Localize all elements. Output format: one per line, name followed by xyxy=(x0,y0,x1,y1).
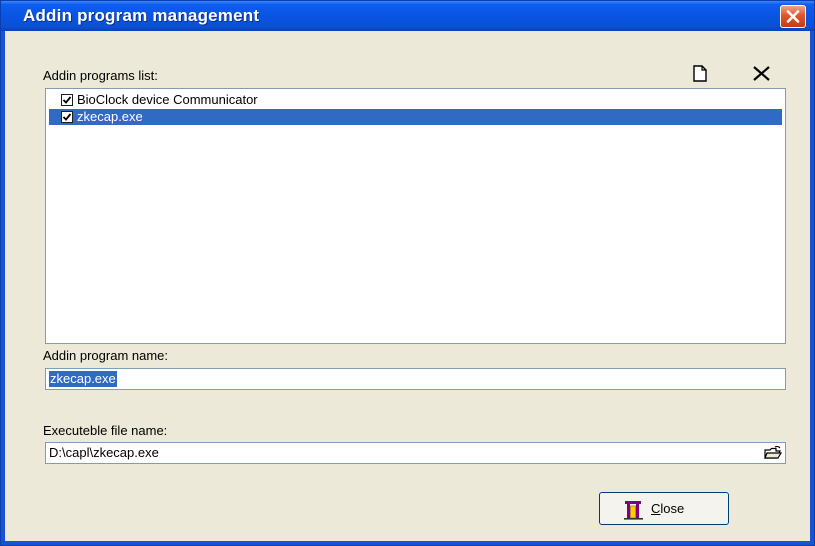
program-name-label: Addin program name: xyxy=(43,348,169,363)
list-item-checkbox[interactable] xyxy=(61,94,73,106)
dialog-client-area: Addin programs list: BioClock device Com… xyxy=(5,31,810,541)
open-folder-icon xyxy=(764,445,783,459)
dialog-window: Addin program management Addin programs … xyxy=(0,0,815,546)
delete-program-button[interactable] xyxy=(749,62,775,86)
programs-list[interactable]: BioClock device Communicator zkecap.exe xyxy=(45,88,786,344)
delete-x-icon xyxy=(753,66,770,81)
program-name-value: zkecap.exe xyxy=(49,371,117,387)
list-item[interactable]: BioClock device Communicator xyxy=(49,92,782,108)
close-button-label: Close xyxy=(651,501,685,516)
close-button[interactable]: Close xyxy=(599,492,729,525)
checkmark-icon xyxy=(62,96,72,104)
list-item-checkbox[interactable] xyxy=(61,111,73,123)
new-document-icon xyxy=(693,65,707,82)
new-program-button[interactable] xyxy=(687,62,713,86)
exe-file-value: D:\capl\zkecap.exe xyxy=(49,445,159,460)
exe-file-label: Executeble file name: xyxy=(43,423,168,438)
list-item-label: zkecap.exe xyxy=(77,109,143,124)
checkmark-icon xyxy=(62,113,72,121)
window-close-button[interactable] xyxy=(780,5,806,28)
window-title: Addin program management xyxy=(23,6,260,25)
list-item-label: BioClock device Communicator xyxy=(77,92,258,107)
browse-button[interactable] xyxy=(763,445,783,461)
list-item[interactable]: zkecap.exe xyxy=(49,109,782,125)
title-bar[interactable]: Addin program management xyxy=(1,1,814,31)
program-name-input[interactable]: zkecap.exe xyxy=(45,368,786,390)
door-exit-icon xyxy=(624,501,643,520)
close-icon xyxy=(786,10,800,23)
exe-file-input[interactable]: D:\capl\zkecap.exe xyxy=(45,442,786,464)
programs-list-label: Addin programs list: xyxy=(43,68,158,83)
